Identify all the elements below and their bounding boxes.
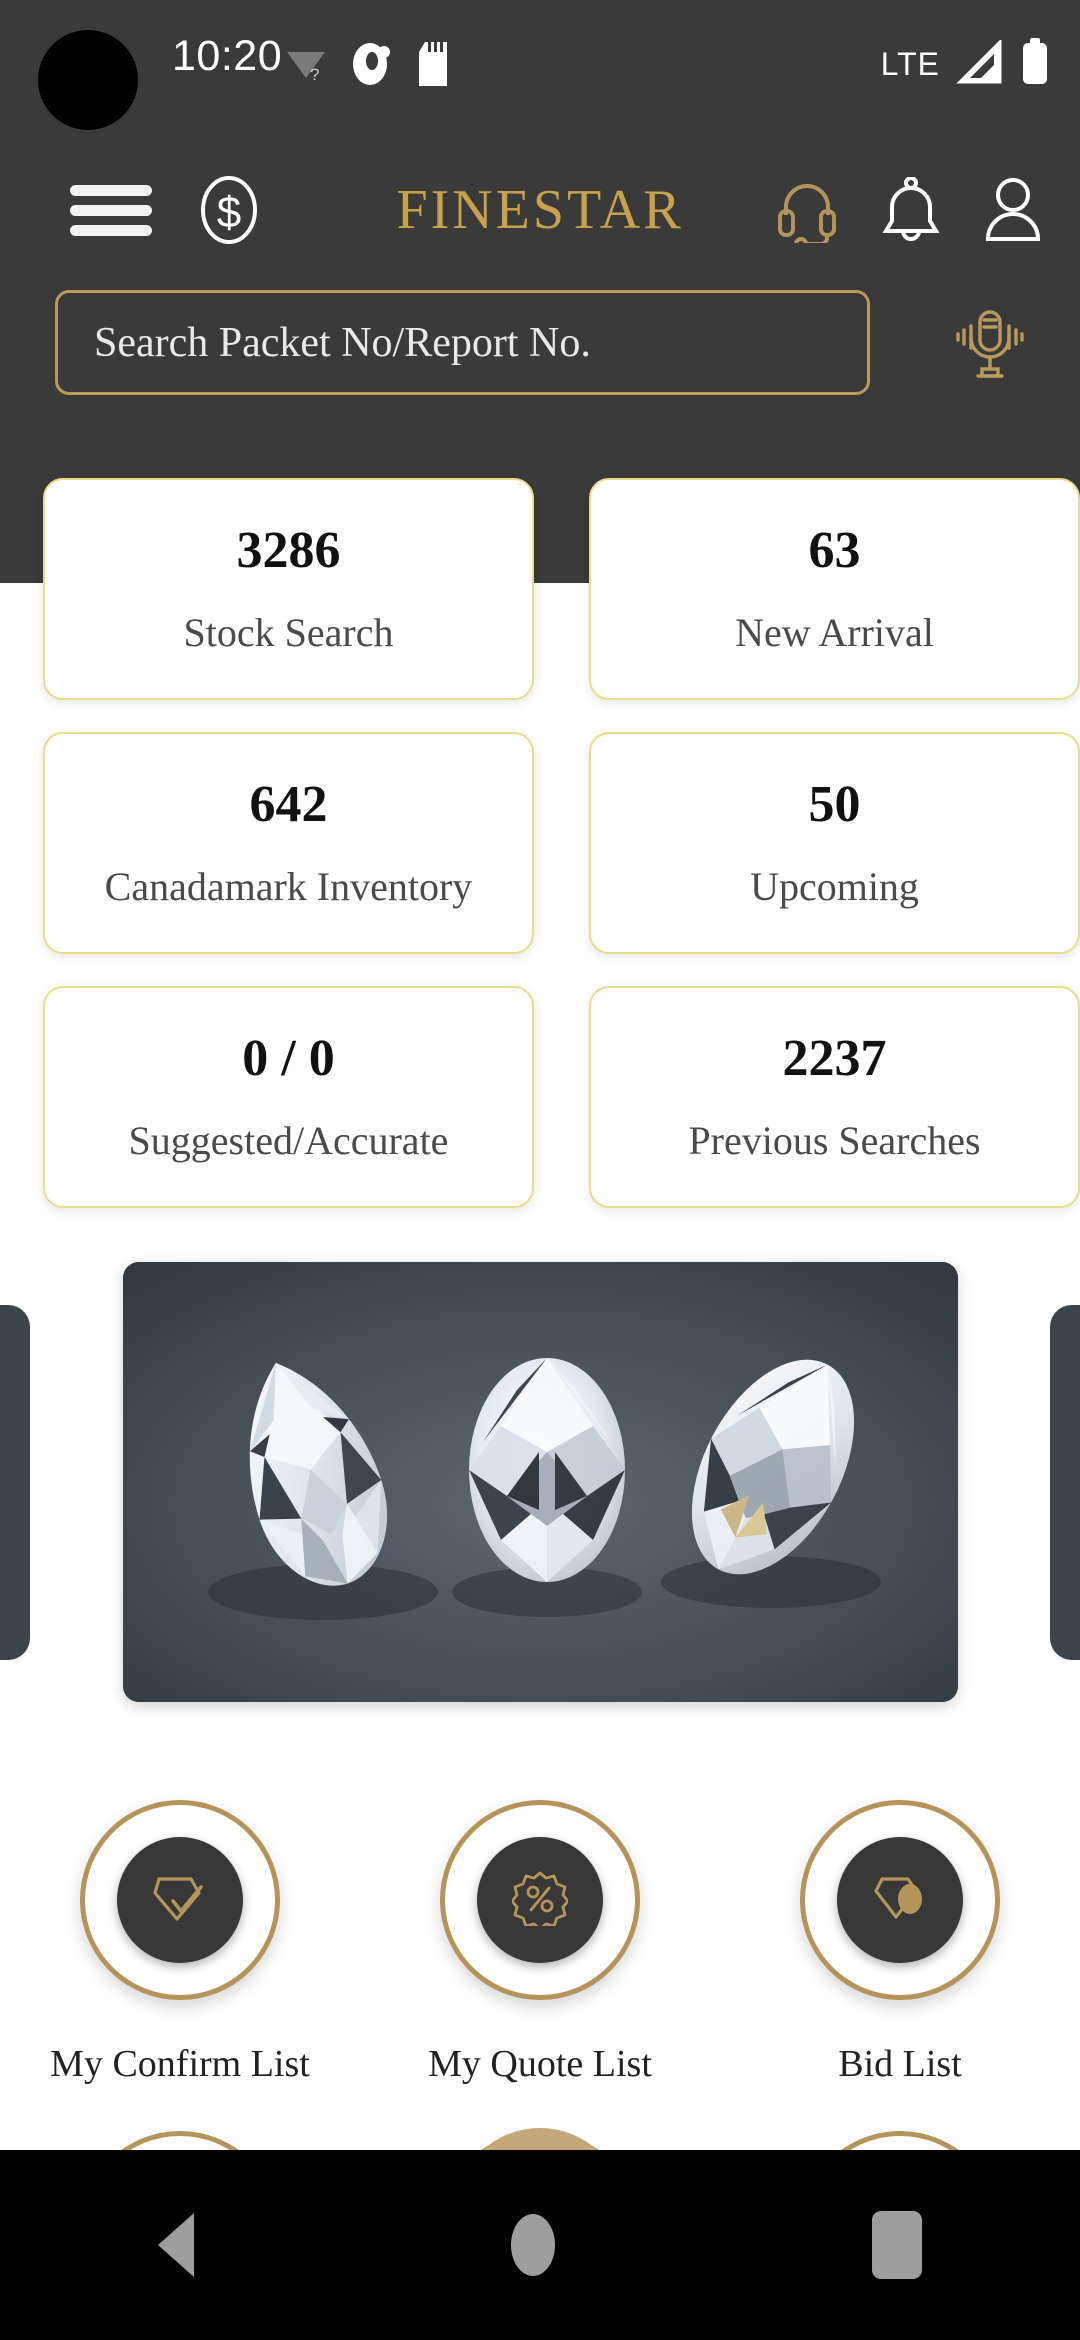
home-nav-button[interactable] [510,2214,555,2276]
android-navigation-bar [0,2150,1080,2340]
network-type-label: LTE [880,46,940,82]
quick-action-my-confirm-list[interactable]: My Confirm List [30,1800,330,2086]
status-bar: 10:20 ? LTE [0,0,1080,130]
stat-card-stock-search[interactable]: 3286 Stock Search [43,478,534,700]
stat-value: 50 [808,776,861,833]
quick-action-label: Bid List [838,2043,962,2085]
stat-card-suggested-accurate[interactable]: 0 / 0 Suggested/Accurate [43,986,534,1208]
stat-value: 642 [249,776,328,833]
stat-card-row: 3286 Stock Search 63 New Arrival [0,478,1080,700]
stat-cards: 3286 Stock Search 63 New Arrival 642 Can… [0,478,1080,1240]
app-bar: $ FINESTAR [0,155,1080,265]
app-indicator-icon [351,41,393,92]
status-bar-time: 10:20 [172,32,283,80]
search-row: Search Packet No/Report No. [0,290,1080,400]
quick-action-disc [477,1837,603,1963]
stat-label: Suggested/Accurate [128,1118,449,1163]
stat-value: 63 [808,522,861,579]
status-bar-left-icons: ? [283,40,455,93]
carousel-slide-next[interactable] [1050,1304,1080,1660]
quick-action-disc [837,1837,963,1963]
quick-action-my-quote-list[interactable]: My Quote List [390,1800,690,2086]
stat-value: 3286 [236,522,341,579]
search-input[interactable]: Search Packet No/Report No. [55,290,870,395]
app-screen: 10:20 ? LTE $ FINESTAR Search Packet No/… [0,0,1080,2340]
recents-nav-button[interactable] [871,2211,922,2279]
stat-card-upcoming[interactable]: 50 Upcoming [589,732,1080,954]
quick-action-ring [800,1800,1000,2000]
bell-icon[interactable] [882,176,940,248]
quick-action-ring [440,1800,640,2000]
stat-card-row: 642 Canadamark Inventory 50 Upcoming [0,732,1080,954]
diamond-check-icon [151,1871,209,1930]
promo-carousel[interactable] [0,1262,1080,1702]
quick-action-disc [117,1837,243,1963]
stat-value: 0 / 0 [242,1030,335,1087]
stat-label: Stock Search [183,610,394,655]
hamburger-bar [70,205,152,216]
svg-text:$: $ [217,188,241,237]
signal-icon [956,38,1004,89]
hamburger-bar [70,185,152,196]
wifi-question-icon: ? [283,44,329,89]
search-placeholder: Search Packet No/Report No. [94,319,591,366]
stat-label: Previous Searches [688,1118,981,1163]
percent-badge-icon [510,1870,570,1931]
headset-icon[interactable] [776,177,838,251]
carousel-slide-current[interactable] [122,1262,958,1702]
stat-value: 2237 [782,1030,887,1087]
stat-card-canadamark-inventory[interactable]: 642 Canadamark Inventory [43,732,534,954]
status-bar-right-icons: LTE [881,38,1050,91]
user-icon[interactable] [984,177,1042,248]
microphone-icon[interactable] [940,292,1040,392]
quick-action-ring [80,1800,280,2000]
stat-card-new-arrival[interactable]: 63 New Arrival [589,478,1080,700]
quick-action-label: My Confirm List [50,2043,310,2085]
camera-punch-hole [38,30,138,130]
back-nav-button[interactable] [158,2213,195,2277]
stat-label: New Arrival [735,610,934,655]
stat-label: Canadamark Inventory [104,864,473,909]
sd-card-icon [415,40,455,93]
carousel-slide-previous[interactable] [0,1304,30,1660]
hamburger-menu-icon[interactable] [70,185,152,237]
hamburger-bar [70,225,152,236]
stat-card-previous-searches[interactable]: 2237 Previous Searches [589,986,1080,1208]
dollar-coin-icon[interactable]: $ [192,173,266,252]
diamonds-banner-image [122,1262,958,1702]
quick-action-bid-list[interactable]: Bid List [750,1800,1050,2086]
quick-action-row: My Confirm List My Quote List Bid List [0,1800,1080,2086]
quick-action-label: My Quote List [428,2043,652,2085]
diamond-gavel-icon [872,1871,928,1930]
stat-card-row: 0 / 0 Suggested/Accurate 2237 Previous S… [0,986,1080,1208]
stat-label: Upcoming [750,864,919,909]
svg-text:?: ? [310,65,319,84]
app-bar-actions [776,176,1042,251]
battery-icon [1020,38,1050,91]
